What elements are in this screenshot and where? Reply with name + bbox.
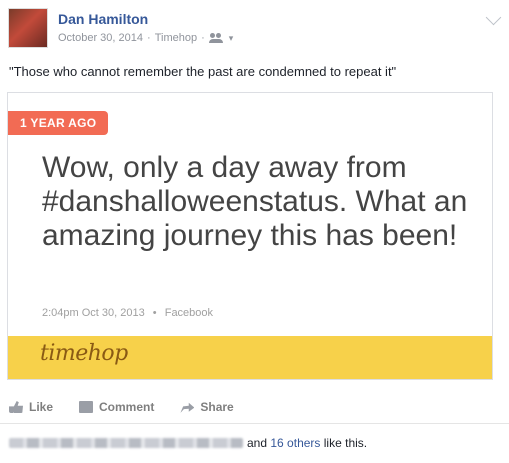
- avatar[interactable]: [8, 8, 48, 48]
- likes-and: and: [247, 436, 268, 450]
- likes-suffix: like this.: [323, 436, 368, 450]
- blurred-names: [9, 438, 243, 448]
- memory-network: Facebook: [164, 307, 214, 319]
- post-options-chevron-icon[interactable]: [485, 9, 502, 26]
- others-link[interactable]: 16 others: [270, 436, 320, 450]
- year-ago-badge: 1 YEAR AGO: [8, 111, 109, 135]
- author-name[interactable]: Dan Hamilton: [58, 11, 148, 27]
- post-header: Dan Hamilton October 30, 2014 · Timehop …: [8, 8, 502, 52]
- share-icon: [180, 402, 195, 413]
- post-source[interactable]: Timehop: [155, 32, 197, 44]
- meta-separator: ·: [201, 32, 205, 44]
- share-label: Share: [200, 400, 234, 414]
- like-label: Like: [29, 400, 54, 414]
- action-bar: Like Comment Share: [9, 400, 260, 414]
- share-button[interactable]: Share: [180, 400, 234, 414]
- meta-separator: ·: [147, 32, 151, 44]
- likes-summary: and 16 others like this.: [9, 436, 367, 450]
- comment-label: Comment: [99, 400, 155, 414]
- timehop-band: timehop: [8, 336, 492, 379]
- post-meta: October 30, 2014 · Timehop · ▾: [58, 32, 233, 44]
- post-card: Dan Hamilton October 30, 2014 · Timehop …: [0, 0, 509, 463]
- memory-time: 2:04pm Oct 30, 2013: [42, 307, 145, 319]
- friends-icon[interactable]: [208, 33, 225, 43]
- comment-button[interactable]: Comment: [79, 400, 154, 414]
- stamp-dot: •: [152, 307, 157, 319]
- comment-icon: [79, 401, 94, 413]
- divider: [0, 423, 509, 424]
- post-date[interactable]: October 30, 2014: [58, 32, 143, 44]
- memory-timestamp: 2:04pm Oct 30, 2013 • Facebook: [42, 307, 213, 319]
- like-button[interactable]: Like: [9, 400, 53, 414]
- chevron-down-icon[interactable]: ▾: [229, 33, 234, 44]
- thumbs-up-icon: [9, 401, 23, 413]
- memory-text: Wow, only a day away from #danshalloween…: [42, 151, 468, 252]
- status-text: "Those who cannot remember the past are …: [9, 64, 397, 79]
- timehop-attachment[interactable]: 1 YEAR AGO Wow, only a day away from #da…: [7, 92, 493, 380]
- timehop-logo: timehop: [40, 341, 128, 366]
